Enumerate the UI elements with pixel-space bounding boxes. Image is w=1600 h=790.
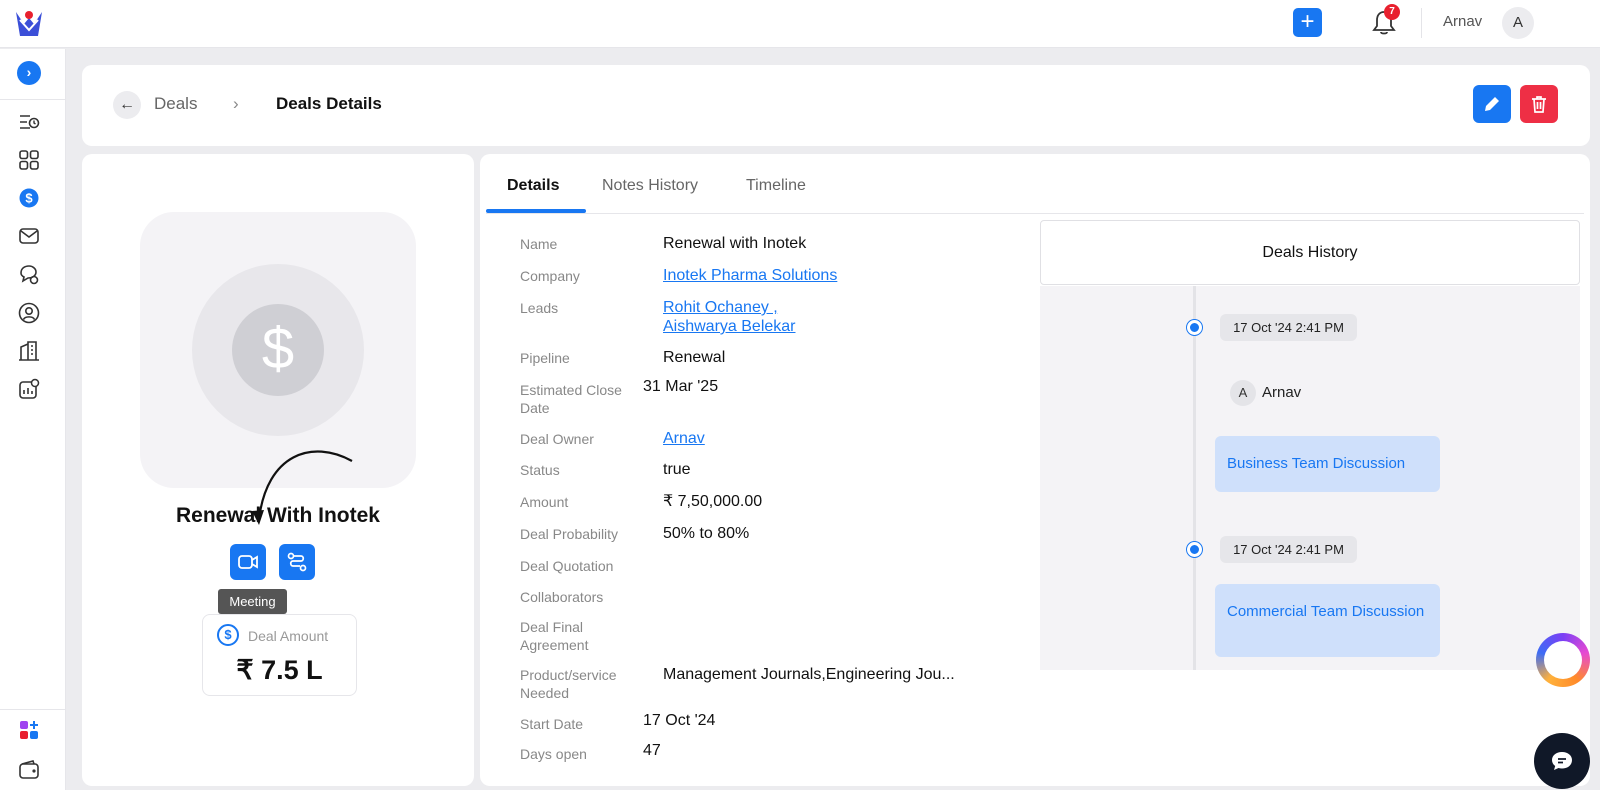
add-button[interactable]: + — [1293, 8, 1322, 37]
deal-image: $ — [140, 212, 416, 488]
history-timestamp: 17 Oct '24 2:41 PM — [1220, 314, 1357, 341]
route-icon — [287, 552, 307, 572]
deal-details-panel: Details Notes History Timeline Name Rene… — [480, 154, 1590, 786]
notification-badge: 7 — [1384, 4, 1400, 20]
active-tab-indicator — [486, 209, 586, 213]
meeting-button[interactable] — [230, 544, 266, 580]
sidebar-divider — [0, 99, 66, 100]
analytics-settings-icon[interactable] — [18, 378, 40, 400]
product-value: Management Journals,Engineering Jou... — [663, 666, 955, 683]
deals-history-title: Deals History — [1040, 220, 1580, 285]
user-name[interactable]: Arnav — [1443, 13, 1482, 30]
product-label: Product/service Needed — [520, 667, 617, 701]
history-note[interactable]: Commercial Team Discussion — [1215, 584, 1440, 657]
add-app-icon[interactable] — [18, 719, 40, 741]
lead-link[interactable]: Aishwarya Belekar — [663, 317, 796, 337]
pipeline-route-button[interactable] — [279, 544, 315, 580]
app-logo-icon[interactable] — [12, 6, 46, 40]
quotation-label: Deal Quotation — [520, 558, 614, 574]
trash-icon — [1532, 96, 1546, 113]
company-link[interactable]: Inotek Pharma Solutions — [663, 266, 837, 286]
chat-bubbles-icon[interactable] — [18, 263, 40, 285]
back-button[interactable]: ← — [113, 91, 141, 119]
mail-icon[interactable] — [18, 225, 40, 247]
history-user: Arnav — [1262, 384, 1302, 401]
deal-summary-panel: $ Renewal With Inotek Meeting $ Deal Amo… — [82, 154, 474, 786]
deal-title: Renewal With Inotek — [175, 504, 380, 527]
page-title: Deals Details — [276, 94, 382, 113]
breadcrumb-chevron-icon: › — [233, 94, 239, 113]
tab-timeline[interactable]: Timeline — [746, 177, 806, 195]
days-open-label: Days open — [520, 746, 587, 762]
company-building-icon[interactable] — [18, 340, 40, 362]
tab-bar: Details Notes History Timeline — [486, 154, 1584, 214]
tab-notes-history[interactable]: Notes History — [602, 177, 698, 195]
sidebar: › $ — [0, 49, 66, 790]
wallet-icon[interactable] — [18, 759, 40, 781]
deals-history-timeline: 17 Oct '24 2:41 PM A Arnav Business Team… — [1040, 286, 1580, 670]
history-timestamp: 17 Oct '24 2:41 PM — [1220, 536, 1357, 563]
avatar: A — [1230, 380, 1256, 406]
timeline-line — [1193, 286, 1196, 670]
dollar-icon: $ — [232, 304, 324, 396]
close-date-label: Estimated Close Date — [520, 382, 622, 416]
dollar-icon: $ — [217, 624, 239, 646]
edit-button[interactable] — [1473, 85, 1511, 123]
top-bar: + 7 Arnav A — [0, 0, 1600, 48]
timeline-dot — [1187, 320, 1202, 335]
history-note[interactable]: Business Team Discussion — [1215, 436, 1440, 492]
amount-label: Amount — [520, 494, 569, 510]
name-value: Renewal with Inotek — [663, 235, 807, 252]
start-date-label: Start Date — [520, 716, 584, 732]
deal-amount-value: ₹ 7.5 L — [236, 655, 323, 685]
pencil-icon — [1485, 97, 1499, 111]
amount-value: ₹ 7,50,000.00 — [663, 493, 763, 510]
back-arrow-icon: ← — [119, 96, 135, 113]
chevron-right-icon: › — [26, 64, 32, 80]
assistant-widget-button[interactable] — [1536, 633, 1590, 687]
close-date-value: 31 Mar '25 — [643, 378, 719, 395]
deal-amount-label: Deal Amount — [248, 628, 329, 644]
pipeline-value: Renewal — [663, 349, 726, 366]
breadcrumb-deals[interactable]: Deals — [154, 94, 197, 114]
deals-dollar-icon[interactable]: $ — [18, 187, 40, 209]
chat-button[interactable] — [1534, 733, 1590, 789]
start-date-value: 17 Oct '24 — [643, 712, 716, 729]
sidebar-divider — [0, 709, 66, 710]
svg-text:$: $ — [25, 191, 33, 206]
name-label: Name — [520, 236, 558, 252]
deal-image-circle: $ — [192, 264, 364, 436]
probability-label: Deal Probability — [520, 526, 619, 542]
leads-label: Leads — [520, 300, 559, 316]
company-label: Company — [520, 268, 580, 284]
final-agreement-label: Deal Final Agreement — [520, 619, 589, 653]
probability-value: 50% to 80% — [663, 525, 750, 542]
contacts-user-icon[interactable] — [18, 302, 40, 324]
meeting-tooltip: Meeting — [218, 589, 287, 614]
collaborators-label: Collaborators — [520, 589, 604, 605]
dashboard-grid-icon[interactable] — [18, 149, 40, 171]
status-value: true — [663, 461, 691, 478]
tab-details[interactable]: Details — [507, 177, 559, 195]
lead-link[interactable]: Rohit Ochaney , — [663, 298, 778, 318]
pipeline-label: Pipeline — [520, 350, 570, 366]
video-icon — [238, 555, 258, 569]
chat-icon — [1552, 752, 1572, 770]
avatar[interactable]: A — [1502, 7, 1534, 39]
days-open-value: 47 — [643, 742, 661, 759]
page-header: ← Deals › Deals Details — [82, 65, 1590, 146]
status-label: Status — [520, 462, 560, 478]
sidebar-toggle-button[interactable]: › — [17, 61, 41, 85]
topbar-divider — [1421, 8, 1422, 38]
activity-list-icon[interactable] — [18, 111, 40, 133]
deal-owner-link[interactable]: Arnav — [663, 429, 705, 449]
deal-amount-card: $ Deal Amount ₹ 7.5 L — [202, 614, 357, 696]
deal-owner-label: Deal Owner — [520, 431, 594, 447]
delete-button[interactable] — [1520, 85, 1558, 123]
plus-icon: + — [1300, 8, 1315, 35]
timeline-dot — [1187, 542, 1202, 557]
